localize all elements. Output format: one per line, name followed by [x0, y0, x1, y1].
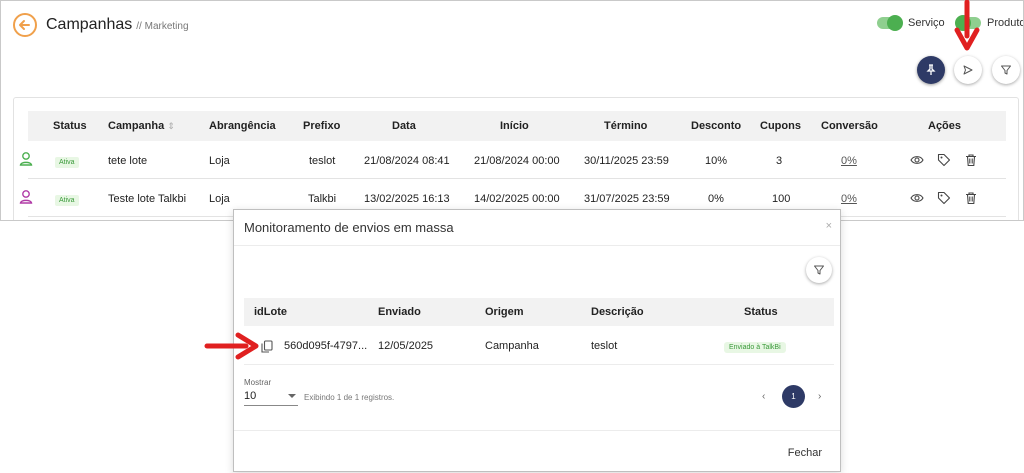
cell-data: 21/08/2024 08:41: [364, 155, 450, 167]
dialog-filter-button[interactable]: [806, 257, 832, 283]
dialog-footer-divider: [234, 430, 840, 431]
page-title-text: Campanhas: [46, 16, 133, 33]
status-badge: Enviado à TalkBi: [724, 342, 786, 353]
monitor-table-header: idLote Enviado Origem Descrição Status: [244, 298, 834, 326]
toggle-produto-label: Produto: [987, 17, 1024, 29]
cell-inicio: 21/08/2024 00:00: [474, 155, 560, 167]
bulk-send-monitor-dialog: Monitoramento de envios em massa × idLot…: [233, 209, 841, 472]
col-inicio[interactable]: Início: [500, 120, 529, 132]
col-status[interactable]: Status: [53, 120, 87, 132]
conversao-link[interactable]: 0%: [841, 155, 857, 167]
col-prefixo[interactable]: Prefixo: [303, 120, 340, 132]
filter-button[interactable]: [992, 56, 1020, 84]
dialog-divider: [234, 245, 840, 246]
col-acoes: Ações: [928, 120, 962, 132]
col-descricao[interactable]: Descrição: [591, 306, 644, 318]
col-termino[interactable]: Término: [604, 120, 647, 132]
page-title: Campanhas// Marketing: [46, 16, 189, 34]
close-icon[interactable]: ×: [826, 220, 832, 232]
filter-icon: [814, 265, 824, 275]
breadcrumb: // Marketing: [136, 21, 189, 32]
user-icon: [19, 152, 33, 166]
filter-icon: [1001, 65, 1011, 75]
toggle-servico-switch[interactable]: [877, 15, 903, 31]
campaigns-table: Status Campanha ⇕ Abrangência Prefixo Da…: [13, 97, 1019, 220]
col-enviado[interactable]: Enviado: [378, 306, 421, 318]
eye-icon[interactable]: [910, 153, 924, 167]
cell-enviado: 12/05/2025: [378, 340, 434, 352]
annotation-arrow-down-icon: [954, 0, 980, 51]
campaigns-table-header: Status Campanha ⇕ Abrangência Prefixo Da…: [28, 111, 1006, 141]
cell-termino: 30/11/2025 23:59: [584, 155, 669, 167]
col-abrangencia[interactable]: Abrangência: [209, 120, 276, 132]
user-icon: [19, 190, 33, 204]
cell-desconto: 0%: [708, 193, 724, 205]
col-conversao[interactable]: Conversão: [821, 120, 878, 132]
chevron-down-icon: [288, 394, 296, 398]
trash-icon[interactable]: [964, 191, 978, 205]
col-campanha[interactable]: Campanha ⇕: [108, 120, 175, 132]
toggle-servico-label: Serviço: [908, 17, 945, 29]
cell-termino: 31/07/2025 23:59: [584, 193, 670, 205]
col-idlote[interactable]: idLote: [254, 306, 287, 318]
sort-icon[interactable]: ⇕: [167, 121, 175, 131]
col-data[interactable]: Data: [392, 120, 416, 132]
col-status[interactable]: Status: [744, 306, 778, 318]
cell-desconto: 10%: [705, 155, 728, 167]
records-info: Exibindo 1 de 1 registros.: [304, 393, 395, 402]
col-cupons[interactable]: Cupons: [760, 120, 801, 132]
pager-prev-button[interactable]: ‹: [762, 391, 765, 402]
col-origem[interactable]: Origem: [485, 306, 524, 318]
col-campanha-label: Campanha: [108, 120, 165, 132]
table-row: 560d095f-4797... 12/05/2025 Campanha tes…: [244, 327, 834, 365]
page-size-select[interactable]: 10: [244, 390, 298, 406]
campaigns-window: Campanhas// Marketing Serviço Produto St…: [0, 0, 1024, 221]
cell-abrangencia: Loja: [209, 155, 230, 167]
cell-campanha: Teste lote Talkbi: [108, 193, 187, 205]
table-row: Ativa tete lote Loja teslot 21/08/2024 0…: [19, 141, 1006, 179]
pager-next-button[interactable]: ›: [818, 391, 821, 402]
cell-prefixo: Talkbi: [308, 193, 337, 205]
back-arrow-icon[interactable]: [13, 13, 37, 37]
tag-icon[interactable]: [937, 153, 951, 167]
toggle-servico[interactable]: Serviço: [877, 15, 945, 31]
eye-icon[interactable]: [910, 191, 924, 205]
cell-cupons: 100: [772, 193, 791, 205]
send-button[interactable]: [954, 56, 982, 84]
cell-inicio: 14/02/2025 00:00: [474, 193, 560, 205]
cell-prefixo: teslot: [309, 155, 336, 167]
cell-data: 13/02/2025 16:13: [364, 193, 450, 205]
copy-icon[interactable]: [261, 340, 273, 353]
pin-icon: [926, 64, 936, 75]
arrow-left-icon: [19, 20, 30, 30]
col-desconto[interactable]: Desconto: [691, 120, 741, 132]
cell-idlote: 560d095f-4797...: [284, 340, 368, 352]
trash-icon[interactable]: [964, 153, 978, 167]
dialog-title: Monitoramento de envios em massa: [244, 220, 454, 235]
status-badge: Ativa: [55, 157, 79, 168]
cell-campanha: tete lote: [108, 155, 148, 167]
page-size-value: 10: [244, 390, 257, 402]
cell-cupons: 3: [776, 155, 783, 167]
status-badge: Ativa: [55, 195, 79, 206]
page-size-label: Mostrar: [244, 378, 272, 387]
tag-icon[interactable]: [937, 191, 951, 205]
pin-button[interactable]: [917, 56, 945, 84]
pager-current-page[interactable]: 1: [782, 385, 805, 408]
close-button[interactable]: Fechar: [788, 447, 822, 459]
cell-origem: Campanha: [485, 340, 539, 352]
cell-descricao: teslot: [591, 340, 618, 352]
cell-abrangencia: Loja: [209, 193, 230, 205]
send-icon: [963, 65, 973, 75]
conversao-link[interactable]: 0%: [841, 193, 857, 205]
annotation-arrow-right-icon: [204, 332, 259, 360]
